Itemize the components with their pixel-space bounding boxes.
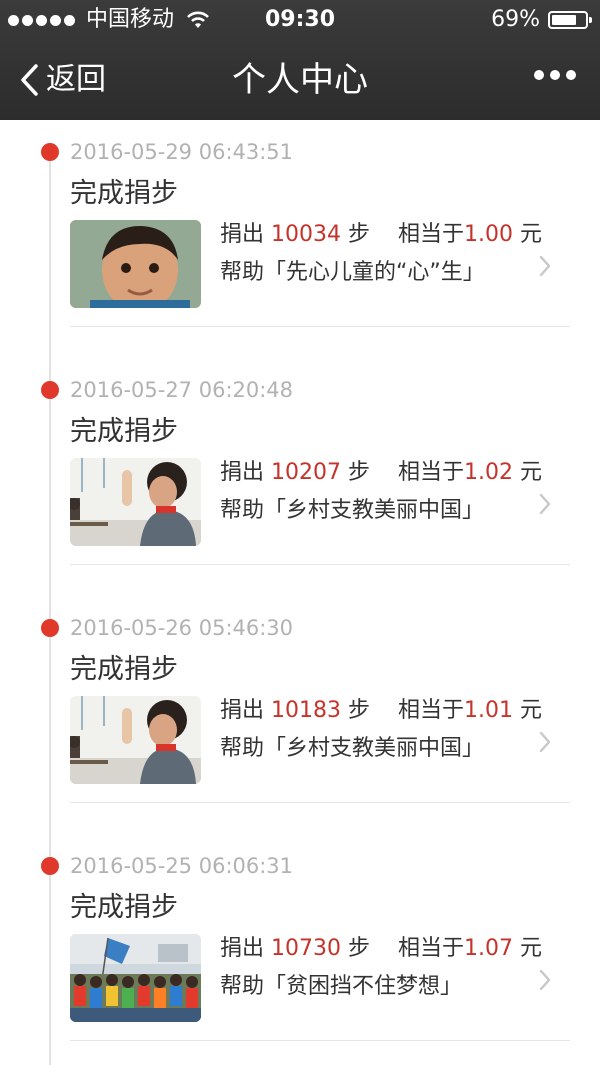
battery-percent: 69% bbox=[491, 7, 540, 32]
timeline-dot bbox=[41, 857, 59, 875]
chevron-right-icon bbox=[539, 731, 551, 753]
entry-title: 完成捐步 bbox=[70, 654, 178, 685]
donate-label: 捐出 bbox=[220, 222, 265, 247]
entry-timestamp: 2016-05-26 05:46:30 bbox=[70, 616, 294, 640]
help-project: 帮助「乡村支教美丽中国」 bbox=[220, 498, 485, 523]
timeline-list[interactable]: 2016-05-29 06:43:51 完成捐步 捐出 10034 步相当于1. bbox=[0, 120, 600, 1065]
classroom-raised-hand-photo bbox=[70, 458, 201, 546]
amount-value: 1.00 bbox=[464, 222, 514, 247]
timeline-dot bbox=[41, 143, 59, 161]
chevron-right-icon bbox=[539, 255, 551, 277]
more-dot bbox=[566, 70, 576, 80]
children-group-flag-photo bbox=[70, 934, 201, 1022]
classroom-raised-hand-photo bbox=[70, 696, 201, 784]
battery-level bbox=[552, 15, 576, 25]
more-button[interactable] bbox=[528, 70, 576, 80]
amount-value: 1.01 bbox=[464, 698, 514, 723]
timeline-entry: 2016-05-29 06:43:51 完成捐步 捐出 10034 步相当于1. bbox=[0, 120, 600, 358]
donation-summary: 捐出 10207 步 相当于1.02 元 bbox=[220, 458, 542, 488]
timeline-dot bbox=[41, 619, 59, 637]
entry-timestamp: 2016-05-29 06:43:51 bbox=[70, 140, 294, 164]
battery-icon bbox=[548, 11, 592, 29]
child-portrait-photo bbox=[70, 220, 201, 308]
nav-bar: 返回 个人中心 bbox=[0, 40, 600, 120]
steps-value: 10034 bbox=[271, 222, 342, 247]
amount-unit: 元 bbox=[520, 936, 543, 961]
donation-card[interactable]: 捐出 10034 步 相当于1.00 元 帮助「先心儿童的“心”生」 bbox=[70, 220, 570, 310]
donation-card[interactable]: 捐出 10183 步 相当于1.01 元 帮助「乡村支教美丽中国」 bbox=[70, 696, 570, 786]
donation-card[interactable]: 捐出 10730 步 相当于1.07 元 帮助「贫困挡不住梦想」 bbox=[70, 934, 570, 1024]
timeline-entry: 2016-05-27 06:20:48 完成捐步 捐出 10207 步 相当于1… bbox=[0, 358, 600, 596]
top-bar: 中国移动 09:30 69% 返回 个人中心 bbox=[0, 0, 600, 120]
amount-unit: 元 bbox=[520, 460, 543, 485]
amount-value: 1.07 bbox=[464, 936, 514, 961]
amount-value: 1.02 bbox=[464, 460, 514, 485]
equiv-label: 相当于 bbox=[398, 936, 465, 961]
donate-label: 捐出 bbox=[220, 936, 265, 961]
donation-summary: 捐出 10183 步 相当于1.01 元 bbox=[220, 696, 542, 726]
steps-unit: 步 bbox=[348, 698, 371, 723]
status-right: 69% bbox=[491, 6, 592, 34]
divider bbox=[70, 326, 570, 327]
help-project: 帮助「乡村支教美丽中国」 bbox=[220, 736, 485, 761]
timeline-dot bbox=[41, 381, 59, 399]
equiv-label: 相当于 bbox=[398, 460, 465, 485]
more-dots-icon bbox=[534, 70, 544, 80]
equiv-label: 相当于 bbox=[398, 698, 465, 723]
steps-value: 10730 bbox=[271, 936, 342, 961]
entry-title: 完成捐步 bbox=[70, 892, 178, 923]
donation-summary: 捐出 10034 步 相当于1.00 元 bbox=[220, 220, 542, 250]
entry-timestamp: 2016-05-27 06:20:48 bbox=[70, 378, 294, 402]
help-project: 帮助「先心儿童的“心”生」 bbox=[220, 260, 485, 285]
status-bar: 中国移动 09:30 69% bbox=[0, 0, 600, 40]
donation-summary: 捐出 10730 步 相当于1.07 元 bbox=[220, 934, 542, 964]
entry-title: 完成捐步 bbox=[70, 178, 178, 209]
equiv-label: 相当于 bbox=[398, 222, 465, 247]
divider bbox=[70, 564, 570, 565]
more-dot bbox=[550, 70, 560, 80]
donation-card[interactable]: 捐出 10207 步 相当于1.02 元 帮助「乡村支教美丽中国」 bbox=[70, 458, 570, 548]
help-project: 帮助「贫困挡不住梦想」 bbox=[220, 974, 463, 999]
steps-unit: 步 bbox=[348, 222, 371, 247]
entry-timestamp: 2016-05-25 06:06:31 bbox=[70, 854, 294, 878]
chevron-right-icon bbox=[539, 969, 551, 991]
steps-unit: 步 bbox=[348, 460, 371, 485]
donate-label: 捐出 bbox=[220, 698, 265, 723]
chevron-right-icon bbox=[539, 493, 551, 515]
divider bbox=[70, 1040, 570, 1041]
amount-unit: 元 bbox=[520, 222, 543, 247]
divider bbox=[70, 802, 570, 803]
entry-title: 完成捐步 bbox=[70, 416, 178, 447]
steps-unit: 步 bbox=[348, 936, 371, 961]
steps-value: 10183 bbox=[271, 698, 342, 723]
timeline-entry: 2016-05-25 06:06:31 完成捐步 捐出 10730 步 相当于1… bbox=[0, 834, 600, 1065]
amount-unit: 元 bbox=[520, 698, 543, 723]
timeline-entry: 2016-05-26 05:46:30 完成捐步 捐出 10183 步 相当于1… bbox=[0, 596, 600, 834]
donate-label: 捐出 bbox=[220, 460, 265, 485]
page-title: 个人中心 bbox=[232, 60, 368, 100]
steps-value: 10207 bbox=[271, 460, 342, 485]
